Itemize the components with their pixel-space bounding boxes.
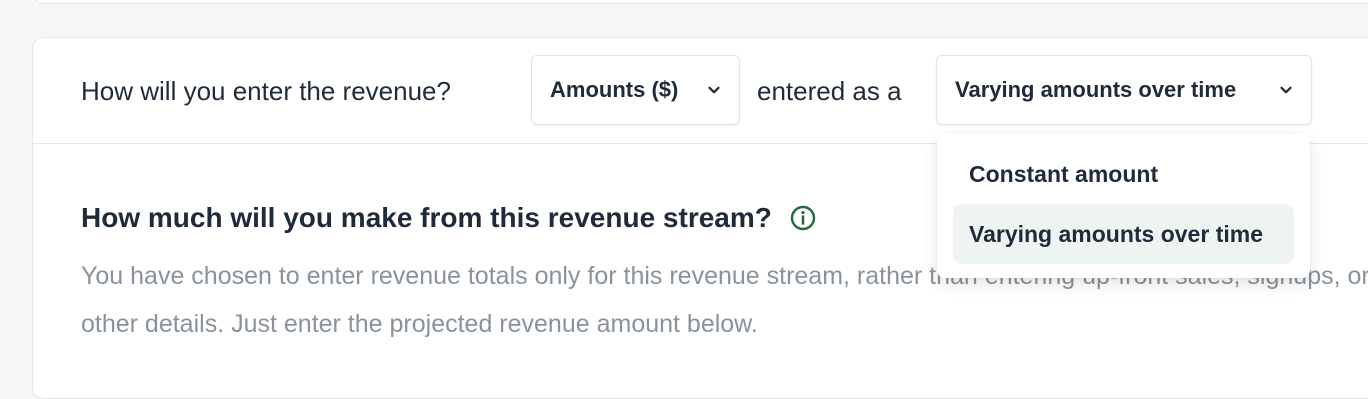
- info-circle-icon[interactable]: [790, 205, 816, 231]
- revenue-entry-header: How will you enter the revenue? Amounts …: [33, 38, 1368, 144]
- entered-as-label: entered as a: [757, 76, 902, 106]
- amount-mode-dropdown-menu: Constant amount Varying amounts over tim…: [937, 134, 1310, 278]
- menu-item-varying-amounts[interactable]: Varying amounts over time: [953, 204, 1294, 264]
- previous-card: [32, 0, 1368, 4]
- amount-mode-select[interactable]: Varying amounts over time: [936, 55, 1312, 125]
- menu-item-constant-amount[interactable]: Constant amount: [953, 144, 1294, 204]
- chevron-down-icon: [1279, 83, 1293, 97]
- menu-item-label: Constant amount: [969, 160, 1159, 187]
- entry-type-select[interactable]: Amounts ($): [531, 55, 740, 125]
- section-title-text: How much will you make from this revenue…: [81, 202, 772, 233]
- amount-mode-select-value: Varying amounts over time: [955, 77, 1237, 102]
- section-title: How much will you make from this revenue…: [81, 202, 816, 234]
- chevron-down-icon: [707, 83, 721, 97]
- entry-type-select-value: Amounts ($): [550, 77, 679, 102]
- revenue-entry-question: How will you enter the revenue?: [81, 76, 451, 106]
- menu-item-label: Varying amounts over time: [969, 220, 1263, 247]
